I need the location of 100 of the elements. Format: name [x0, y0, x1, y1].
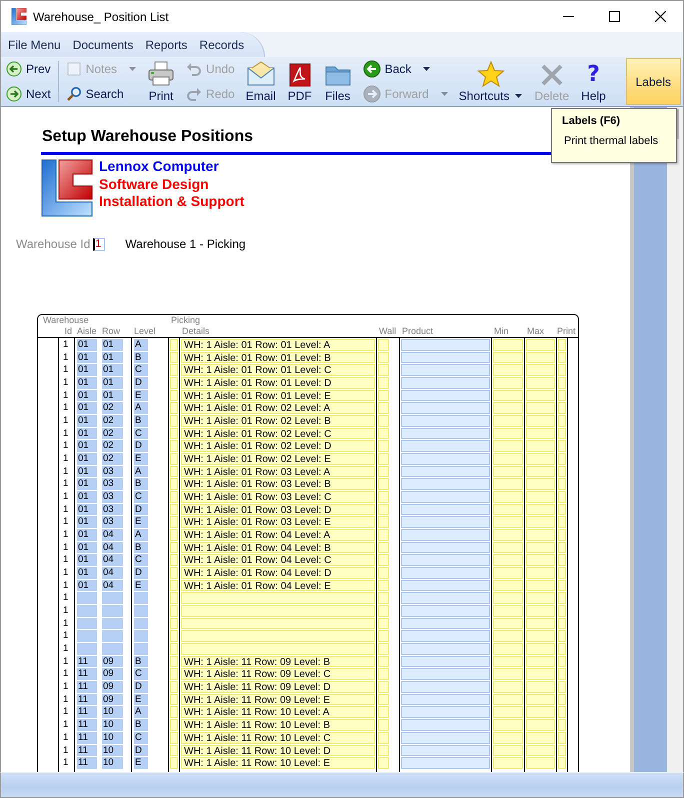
table-cell	[378, 529, 389, 541]
table-cell	[378, 415, 389, 427]
table-cell	[134, 630, 148, 642]
column-header: Id	[64, 326, 72, 337]
toolbar-button[interactable]: Next	[4, 84, 53, 104]
table-cell	[493, 643, 523, 655]
table-cell: 01	[77, 352, 97, 364]
table-cell	[378, 402, 389, 414]
table-cell: 11	[77, 681, 97, 693]
table-cell: WH: 1 Aisle: 01 Row: 03 Level: E	[181, 516, 375, 528]
table-cell: 03	[102, 516, 123, 528]
table-cell	[493, 706, 523, 718]
table-cell	[493, 618, 523, 630]
table-cell: 01	[77, 504, 97, 516]
table-cell: 10	[102, 732, 123, 744]
table-cell: 01	[77, 364, 97, 376]
table-cell: A	[134, 339, 148, 351]
table-cell	[526, 529, 555, 541]
company-text: Lennox Computer	[99, 158, 220, 176]
table-cell	[493, 656, 523, 668]
table-cell	[526, 706, 555, 718]
table-cell	[378, 605, 389, 617]
table-cell	[493, 529, 523, 541]
caret-icon	[515, 94, 522, 98]
table-cell-text: 1	[62, 453, 70, 465]
table-cell: 01	[77, 440, 97, 452]
company-text: Software Design	[99, 176, 210, 193]
table-cell-text: 1	[62, 668, 70, 680]
table-cell-text: 1	[62, 567, 70, 579]
column-header: Product	[402, 326, 434, 337]
table-cell-text: 1	[62, 415, 70, 427]
table-cell-text: 1	[62, 656, 70, 668]
table-cell: E	[134, 757, 148, 769]
column-header: Level	[134, 326, 156, 337]
table-cell: 01	[77, 491, 97, 503]
toolbar-button[interactable]: Prev	[4, 59, 53, 80]
table-cell	[526, 630, 555, 642]
toolbar-button[interactable]: PDF	[282, 57, 318, 106]
table-cell	[526, 542, 555, 554]
table-cell: 04	[102, 529, 123, 541]
table-cell: WH: 1 Aisle: 01 Row: 01 Level: A	[181, 339, 375, 351]
table-cell: C	[134, 668, 148, 680]
table-cell: A	[134, 466, 148, 478]
table-cell	[493, 567, 523, 579]
delete-icon	[540, 63, 564, 87]
table-cell-text: 1	[62, 529, 70, 541]
table-cell	[526, 732, 555, 744]
table-cell: B	[134, 415, 148, 427]
table-cell: WH: 1 Aisle: 01 Row: 03 Level: C	[181, 491, 375, 503]
table-cell-text: 1	[62, 478, 70, 490]
toolbar-button[interactable]: Print	[141, 57, 182, 106]
toolbar-button[interactable]: Labels	[626, 58, 681, 105]
table-cell-text: 1	[62, 339, 70, 351]
scrollbar[interactable]	[667, 107, 683, 772]
table-cell: 01	[77, 567, 97, 579]
table-cell: WH: 1 Aisle: 01 Row: 02 Level: A	[181, 402, 375, 414]
table-cell	[102, 605, 123, 617]
table-cell	[378, 744, 389, 756]
tooltip-title: Labels (F6)	[562, 115, 622, 127]
toolbar-button[interactable]: Search	[64, 84, 138, 104]
table-cell	[493, 491, 523, 503]
table-cell: WH: 1 Aisle: 01 Row: 04 Level: D	[181, 567, 375, 579]
table-cell	[378, 630, 389, 642]
toolbar-button[interactable]: Back	[360, 59, 450, 80]
tooltip-text: Print thermal labels	[564, 135, 660, 147]
table-cell	[526, 554, 555, 566]
table-cell: D	[134, 440, 148, 452]
menu-item[interactable]: Records	[198, 38, 250, 52]
table-cell	[378, 364, 389, 376]
table-cell	[493, 744, 523, 756]
menu-item[interactable]: Documents	[72, 38, 138, 52]
help-icon: ?	[587, 63, 600, 87]
table-cell	[526, 478, 555, 490]
table-cell: B	[134, 542, 148, 554]
table-cell	[102, 592, 123, 604]
toolbar-button[interactable]: Shortcuts	[452, 57, 528, 106]
window-title: Warehouse_ Position List	[33, 10, 170, 24]
toolbar-button[interactable]: Files	[318, 57, 358, 106]
table-cell: 01	[77, 466, 97, 478]
table-cell	[526, 352, 555, 364]
table-cell	[378, 567, 389, 579]
menu-item[interactable]: Reports	[144, 38, 192, 52]
table-cell	[378, 618, 389, 630]
table-cell	[378, 352, 389, 364]
toolbar-button[interactable]: ? Help	[575, 57, 612, 106]
table-cell-text: 1	[62, 364, 70, 376]
menu-item[interactable]: File Menu	[7, 38, 66, 52]
table-cell	[378, 694, 389, 706]
input-field[interactable]: 1	[93, 238, 106, 250]
table-cell: 01	[77, 516, 97, 528]
table-cell-text: 1	[62, 681, 70, 693]
table-cell	[493, 694, 523, 706]
table-cell: 11	[77, 694, 97, 706]
table-cell	[378, 504, 389, 516]
table-cell: WH: 1 Aisle: 11 Row: 10 Level: B	[181, 719, 375, 731]
column-header: Min	[494, 326, 509, 337]
toolbar-button[interactable]: Email	[240, 57, 282, 106]
table-cell: WH: 1 Aisle: 11 Row: 10 Level: E	[181, 757, 375, 769]
table-cell-text: 1	[62, 643, 70, 655]
table-cell	[526, 339, 555, 351]
